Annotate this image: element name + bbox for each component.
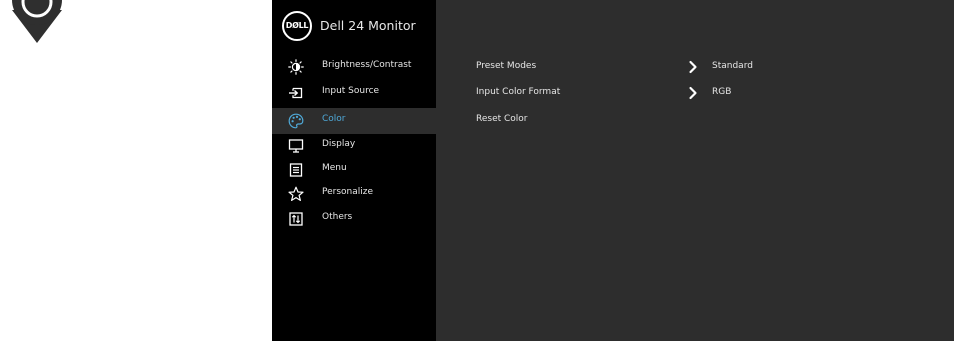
sidebar-item-label: Others xyxy=(322,212,353,222)
sidebar-item-menu[interactable]: Menu xyxy=(272,159,436,181)
sidebar-item-label: Menu xyxy=(322,163,347,173)
osd-menu: DØLL Dell 24 Monitor Brightness/Contrast… xyxy=(272,0,954,341)
monitor-title: Dell 24 Monitor xyxy=(320,18,416,33)
pointer-pin-icon xyxy=(12,0,62,43)
menu-icon xyxy=(289,163,303,177)
setting-row-reset-color[interactable]: Reset Color xyxy=(476,112,946,130)
input-source-icon xyxy=(289,87,303,99)
others-icon xyxy=(289,212,303,226)
chevron-right-icon xyxy=(689,86,697,100)
sidebar-item-label: Brightness/Contrast xyxy=(322,60,412,70)
sidebar-item-label: Color xyxy=(322,114,346,124)
sidebar-item-input-source[interactable]: Input Source xyxy=(272,82,436,104)
sidebar-item-brightness-contrast[interactable]: Brightness/Contrast xyxy=(272,56,436,78)
setting-value: RGB xyxy=(712,87,732,97)
sidebar-item-others[interactable]: Others xyxy=(272,208,436,230)
osd-sidebar: DØLL Dell 24 Monitor Brightness/Contrast… xyxy=(272,0,436,341)
sidebar-item-label: Input Source xyxy=(322,86,380,96)
setting-row-preset-modes[interactable]: Preset Modes Standard xyxy=(476,59,946,77)
chevron-right-icon xyxy=(689,60,697,74)
sidebar-item-label: Personalize xyxy=(322,187,374,197)
sidebar-item-color[interactable]: Color xyxy=(272,108,436,134)
setting-label: Preset Modes xyxy=(476,61,537,71)
setting-label: Reset Color xyxy=(476,114,528,124)
brightness-icon xyxy=(288,59,304,75)
osd-header: DØLL Dell 24 Monitor xyxy=(272,0,436,54)
setting-row-input-color-format[interactable]: Input Color Format RGB xyxy=(476,85,946,103)
sidebar-item-label: Display xyxy=(322,139,356,149)
display-icon xyxy=(288,139,304,153)
screen: DØLL Dell 24 Monitor Brightness/Contrast… xyxy=(0,0,964,341)
dell-logo-text: DØLL xyxy=(285,21,309,30)
setting-label: Input Color Format xyxy=(476,87,561,97)
setting-value: Standard xyxy=(712,61,753,71)
color-palette-icon xyxy=(288,113,304,129)
dell-logo: DØLL xyxy=(282,11,312,41)
sidebar-item-personalize[interactable]: Personalize xyxy=(272,183,436,205)
star-icon xyxy=(288,186,304,201)
sidebar-item-display[interactable]: Display xyxy=(272,135,436,157)
